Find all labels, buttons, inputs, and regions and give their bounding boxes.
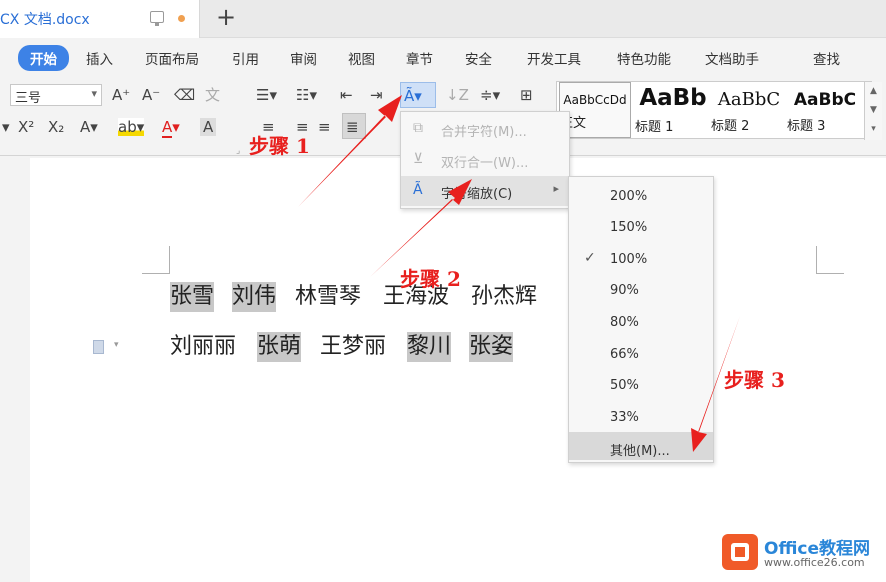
step2-label: 步骤 2 [400, 267, 461, 291]
step1-arrow [298, 95, 402, 207]
watermark-url: www.office26.com [764, 556, 865, 569]
watermark: Office教程网 www.office26.com [722, 532, 882, 576]
step3-label: 步骤 3 [724, 368, 785, 392]
office-logo-icon [722, 534, 758, 570]
step1-label: 步骤 1 [249, 134, 310, 158]
